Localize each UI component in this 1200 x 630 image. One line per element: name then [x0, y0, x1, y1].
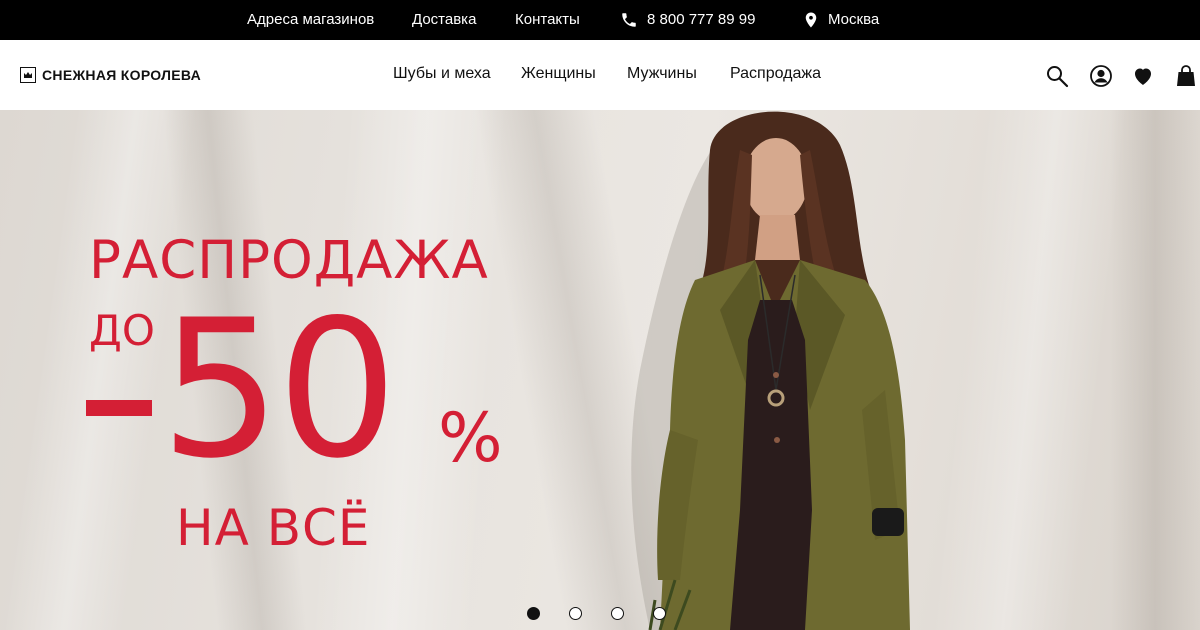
cart-bag-icon[interactable]	[1174, 64, 1198, 88]
top-info-bar: Адреса магазинов Доставка Контакты 8 800…	[0, 0, 1200, 40]
fabric-fold	[932, 110, 1128, 630]
slider-dot-2[interactable]	[569, 607, 582, 620]
fabric-shadow	[1110, 110, 1200, 630]
hero-banner[interactable]: РАСПРОДАЖА ДО 50 % НА ВСЁ	[0, 110, 1200, 630]
discount-prefix: ДО	[89, 306, 155, 355]
slider-dot-1[interactable]	[527, 607, 540, 620]
slider-pagination	[0, 607, 1200, 621]
minus-sign	[86, 400, 152, 416]
brand-name: СНЕЖНАЯ КОРОЛЕВА	[42, 67, 201, 83]
slider-dot-3[interactable]	[611, 607, 624, 620]
stores-link[interactable]: Адреса магазинов	[247, 11, 374, 29]
brand-logo[interactable]: СНЕЖНАЯ КОРОЛЕВА	[20, 66, 201, 84]
nav-sale[interactable]: Распродажа	[730, 64, 821, 84]
model-photo	[631, 111, 910, 630]
delivery-link[interactable]: Доставка	[412, 11, 476, 29]
phone-number-link[interactable]: 8 800 777 89 99	[647, 11, 755, 29]
city-selector[interactable]: Москва	[828, 11, 879, 29]
search-icon[interactable]	[1045, 64, 1069, 88]
discount-value: 50	[160, 279, 398, 500]
location-pin-icon	[805, 12, 817, 28]
slider-dot-4[interactable]	[653, 607, 666, 620]
nav-women[interactable]: Женщины	[521, 64, 596, 84]
nav-furs[interactable]: Шубы и меха	[393, 64, 491, 84]
favorites-heart-icon[interactable]	[1131, 64, 1155, 88]
crown-logo-icon	[20, 67, 36, 83]
nav-men[interactable]: Мужчины	[627, 64, 697, 84]
main-header: СНЕЖНАЯ КОРОЛЕВА Шубы и меха Женщины Муж…	[0, 40, 1200, 110]
contacts-link[interactable]: Контакты	[515, 11, 580, 29]
phone-icon	[622, 13, 636, 27]
account-icon[interactable]	[1089, 64, 1113, 88]
percent-sign: %	[438, 399, 503, 478]
discount-suffix: НА ВСЁ	[176, 499, 371, 557]
